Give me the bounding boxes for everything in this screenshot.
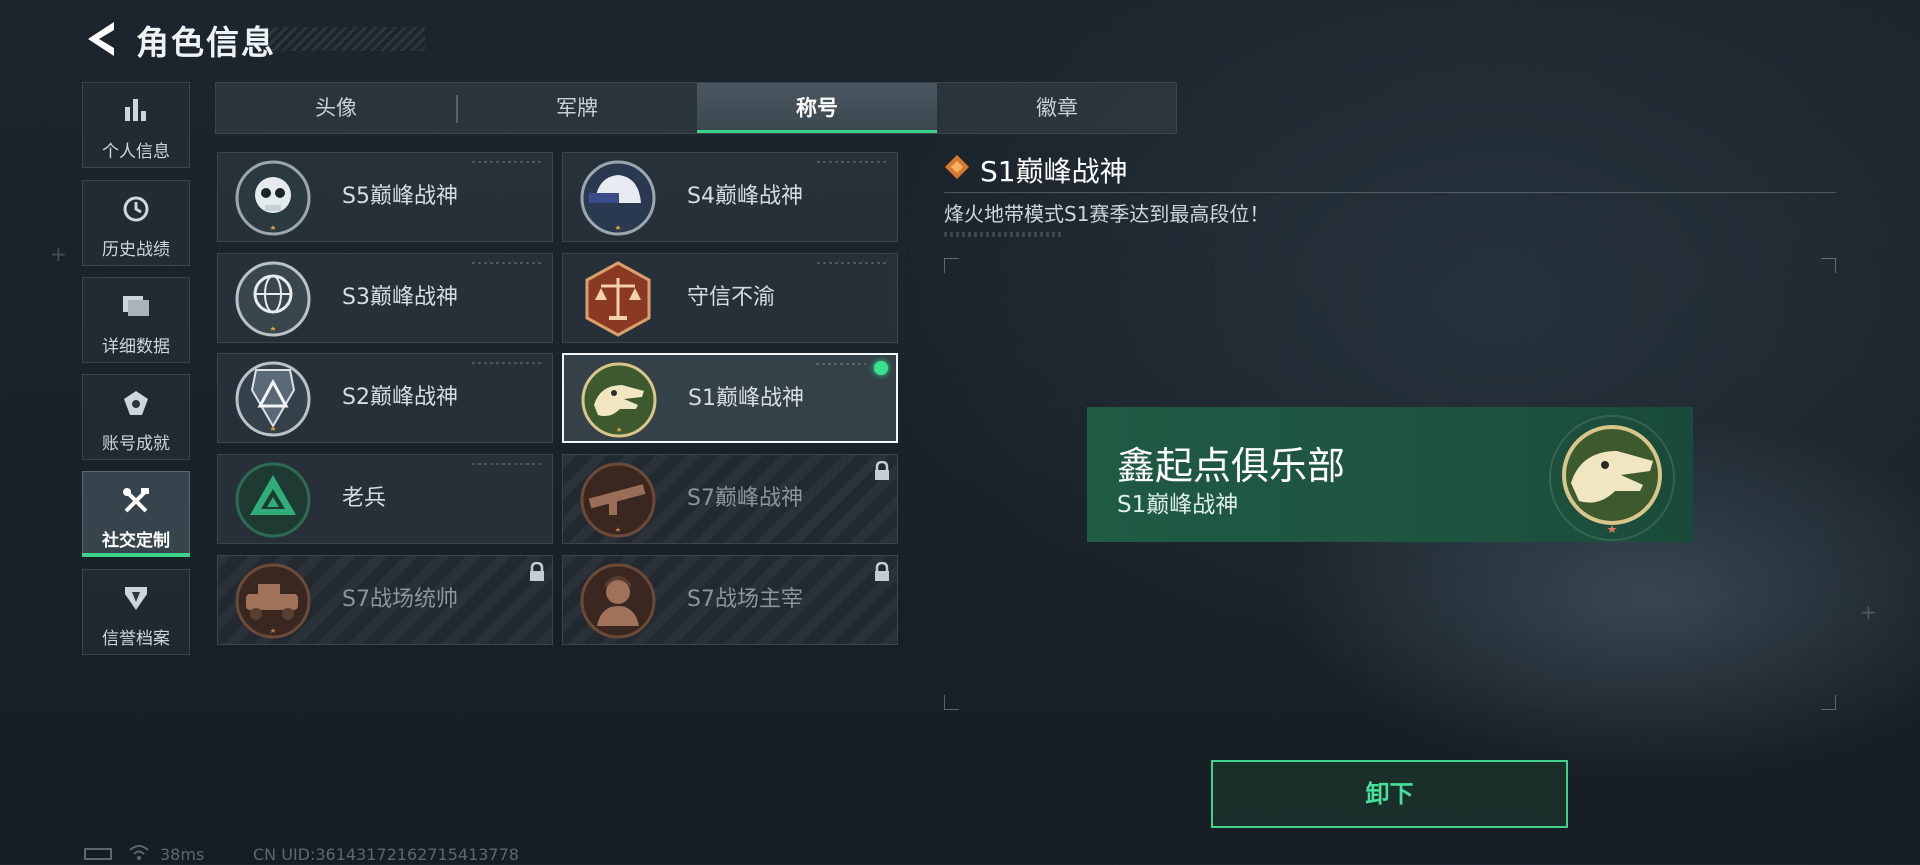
title-card-locked[interactable]: S7巅峰战神 (562, 454, 898, 544)
skull-emblem-icon (235, 160, 311, 236)
battery-icon (84, 848, 112, 860)
sidebar-item-detailed-data[interactable]: 详细数据 (82, 277, 190, 363)
shield-icon (83, 584, 189, 614)
back-arrow-icon (88, 22, 114, 56)
title-card[interactable]: S5巅峰战神 (217, 152, 553, 242)
lock-icon (873, 460, 891, 486)
history-clock-icon (83, 195, 189, 225)
title-card[interactable]: S2巅峰战神 (217, 353, 553, 443)
sidebar-item-social-custom[interactable]: 社交定制 (82, 471, 190, 557)
tab-title[interactable]: 称号 (697, 83, 937, 133)
title-name: S5巅峰战神 (342, 184, 458, 209)
card-decoration (816, 363, 866, 365)
tab-avatar[interactable]: 头像 (216, 83, 456, 133)
achievement-icon (83, 389, 189, 419)
card-decoration (472, 362, 542, 364)
lock-icon (873, 561, 891, 587)
title-card-locked[interactable]: S7战场主宰 (562, 555, 898, 645)
title-name: S3巅峰战神 (342, 285, 458, 310)
player-name: 鑫起点俱乐部 (1117, 444, 1346, 488)
vehicle-emblem-icon (235, 563, 311, 639)
card-decoration (817, 161, 887, 163)
title-name: S7战场主宰 (687, 587, 803, 612)
ping-readout: 38ms (160, 845, 205, 864)
title-card-selected[interactable]: S1巅峰战神 (562, 353, 898, 443)
crosshair-decoration: + (50, 242, 67, 266)
bar-chart-icon (83, 97, 189, 127)
card-decoration (817, 262, 887, 264)
detail-divider (944, 192, 1836, 193)
rank-diamond-icon (945, 155, 969, 179)
sidebar-active-indicator (82, 553, 190, 557)
wifi-icon (128, 843, 150, 865)
crosshair-decoration: + (1860, 600, 1877, 624)
title-name: S1巅峰战神 (688, 386, 804, 411)
sidebar-item-achievements[interactable]: 账号成就 (82, 374, 190, 460)
card-decoration (472, 161, 542, 163)
folder-icon (83, 292, 189, 322)
back-button[interactable] (84, 20, 120, 58)
card-decoration (472, 262, 542, 264)
tools-icon (83, 486, 189, 516)
equipped-indicator (874, 361, 888, 375)
rifle-emblem-icon (580, 462, 656, 538)
title-card[interactable]: 守信不渝 (562, 253, 898, 343)
pyramid-emblem-icon (235, 361, 311, 437)
title-name: 老兵 (342, 486, 387, 511)
user-uid: CN UID:36143172162715413778 (253, 845, 519, 864)
veteran-emblem-icon (235, 462, 311, 538)
title-card[interactable]: S3巅峰战神 (217, 253, 553, 343)
page-title: 角色信息 (136, 23, 276, 62)
title-card[interactable]: 老兵 (217, 454, 553, 544)
helmet-emblem-icon (580, 160, 656, 236)
sidebar-item-credit-profile[interactable]: 信誉档案 (82, 569, 190, 655)
crocodile-emblem-icon (1549, 415, 1675, 541)
soldier-emblem-icon (580, 563, 656, 639)
detail-decoration (944, 232, 1064, 237)
title-card[interactable]: S4巅峰战神 (562, 152, 898, 242)
detail-description: 烽火地带模式S1赛季达到最高段位！ (944, 202, 1270, 226)
title-name: S7巅峰战神 (687, 486, 803, 511)
title-card-locked[interactable]: S7战场统帅 (217, 555, 553, 645)
crocodile-emblem-icon (581, 362, 657, 438)
card-decoration (472, 463, 542, 465)
detail-title: S1巅峰战神 (980, 155, 1128, 188)
sidebar-item-history[interactable]: 历史战绩 (82, 180, 190, 266)
sidebar-item-personal-info[interactable]: 个人信息 (82, 82, 190, 168)
nameplate-preview: 鑫起点俱乐部 S1巅峰战神 (1087, 407, 1693, 542)
title-name: S4巅峰战神 (687, 184, 803, 209)
unequip-button[interactable]: 卸下 (1211, 760, 1568, 828)
lock-icon (528, 561, 546, 587)
tab-dog-tag[interactable]: 军牌 (457, 83, 697, 133)
tab-bar: 头像 军牌 称号 徽章 (215, 82, 1177, 134)
title-name: S7战场统帅 (342, 587, 458, 612)
globe-emblem-icon (235, 261, 311, 337)
title-name: 守信不渝 (687, 285, 776, 310)
scales-emblem-icon (585, 261, 651, 337)
tab-badge[interactable]: 徽章 (937, 83, 1177, 133)
player-title: S1巅峰战神 (1117, 492, 1239, 518)
title-name: S2巅峰战神 (342, 385, 458, 410)
header-decoration (265, 27, 425, 51)
